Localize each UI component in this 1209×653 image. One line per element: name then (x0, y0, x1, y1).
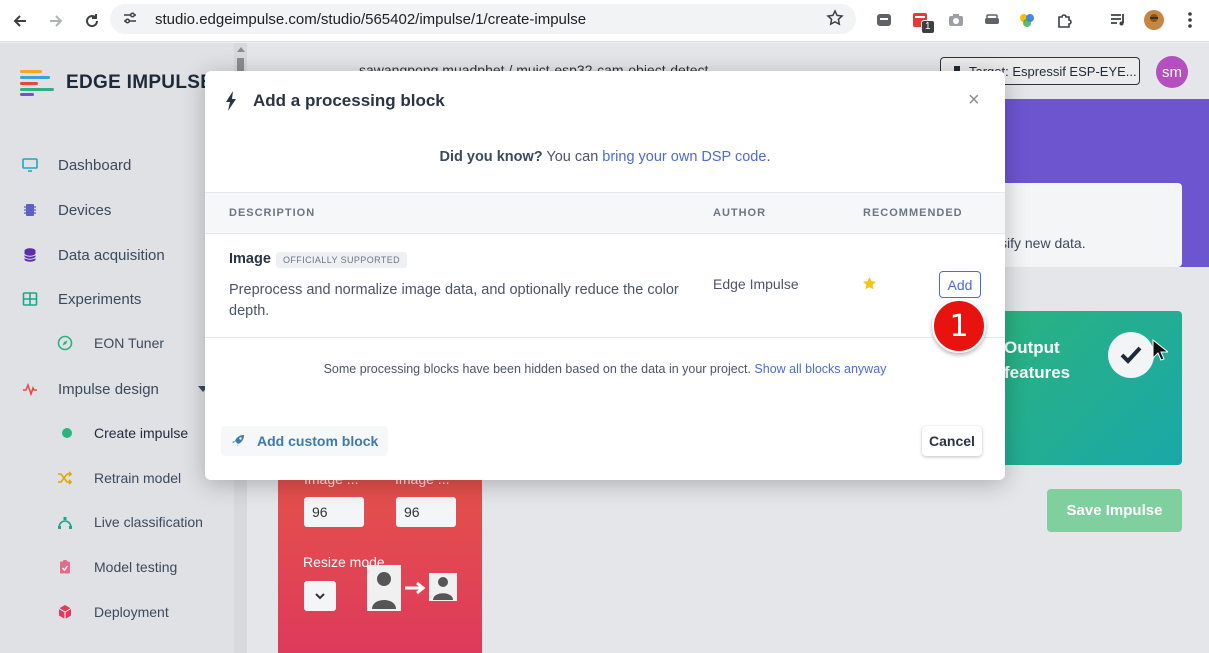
sidebar-item-eon-tuner[interactable]: EON Tuner (0, 328, 234, 358)
column-description: DESCRIPTION (229, 207, 316, 219)
user-avatar[interactable]: sm (1156, 56, 1188, 88)
bookmark-star-icon[interactable] (826, 9, 844, 32)
image-width-input[interactable]: 96 (304, 497, 364, 527)
dsp-code-link[interactable]: bring your own DSP code (602, 149, 766, 165)
sidebar-item-label: Dashboard (58, 156, 132, 174)
add-custom-block-button[interactable]: Add custom block (221, 426, 389, 456)
sidebar-item-label: Live classification (94, 514, 203, 530)
reload-icon[interactable] (79, 8, 105, 34)
info-text: sify new data. (1000, 235, 1086, 251)
sidebar-item-live-classification[interactable]: Live classification (0, 507, 234, 537)
rocket-icon (232, 435, 244, 447)
hidden-blocks-note: Some processing blocks have been hidden … (205, 362, 1005, 376)
shuffle-icon (58, 471, 73, 485)
extension-badge: 1 (921, 20, 935, 34)
monitor-icon (22, 158, 38, 172)
column-author: AUTHOR (713, 207, 767, 219)
sidebar-item-label: Model testing (94, 559, 178, 575)
media-control-icon[interactable] (1107, 9, 1129, 31)
output-title-1: Output (1004, 338, 1060, 357)
officially-supported-badge: OFFICIALLY SUPPORTED (276, 252, 408, 268)
sidebar-item-experiments[interactable]: Experiments (0, 284, 234, 314)
period-text: . (766, 149, 771, 165)
dialog-title: Add a processing block (253, 91, 445, 110)
hidden-note-text: Some processing blocks have been hidden … (323, 362, 755, 376)
sidebar-item-impulse-design[interactable]: Impulse design (0, 374, 234, 404)
save-impulse-button[interactable]: Save Impulse (1047, 489, 1182, 532)
chip-icon (24, 204, 36, 216)
output-features-block: Output features (990, 311, 1182, 465)
clipboard-icon (60, 560, 70, 574)
sidebar-item-retrain-model[interactable]: Retrain model (0, 463, 234, 493)
sidebar-item-label: Impulse design (58, 380, 159, 398)
forward-icon[interactable] (43, 8, 69, 34)
did-you-know-label: Did you know? (439, 149, 543, 165)
sidebar-item-model-testing[interactable]: Model testing (0, 552, 234, 582)
cancel-button[interactable]: Cancel (922, 426, 982, 456)
sidebar-item-devices[interactable]: Devices (0, 195, 234, 225)
resize-illustration-icon (367, 565, 457, 611)
column-recommended: RECOMMENDED (863, 207, 963, 219)
sidebar-item-deployment[interactable]: Deployment (0, 597, 234, 627)
colorful-extension-icon[interactable] (1016, 9, 1038, 31)
image-data-block: Image ... Image ... 96 96 Resize mode (278, 465, 482, 653)
add-block-button[interactable]: Add (939, 271, 981, 298)
sidebar-item-create-impulse[interactable]: Create impulse (0, 418, 234, 448)
browser-toolbar: studio.edgeimpulse.com/studio/565402/imp… (0, 0, 1209, 42)
add-processing-block-dialog: Add a processing block × Did you know? Y… (205, 71, 1005, 480)
check-icon (1108, 332, 1154, 378)
bolt-icon (226, 91, 236, 111)
sidebar-item-dashboard[interactable]: Dashboard (0, 150, 234, 180)
info-card: sify new data. (990, 183, 1182, 267)
sidebar-item-label: Experiments (58, 290, 142, 308)
sidebar-item-label: Create impulse (94, 425, 189, 441)
sidebar-item-data-acquisition[interactable]: Data acquisition (0, 240, 234, 270)
chat-extension-icon[interactable] (873, 9, 895, 31)
recommended-star-icon (862, 276, 877, 290)
block-author: Edge Impulse (713, 276, 799, 292)
add-custom-block-label: Add custom block (257, 433, 379, 449)
chevron-down-icon (315, 592, 325, 599)
back-icon[interactable] (7, 8, 33, 34)
profile-avatar-icon[interactable] (1143, 9, 1165, 31)
table-header: DESCRIPTION AUTHOR RECOMMENDED (205, 192, 1005, 234)
sidebar-item-label: Devices (58, 201, 112, 219)
database-icon (24, 248, 36, 262)
you-can-text: You can (542, 149, 603, 165)
block-description: Preprocess and normalize image data, and… (229, 282, 679, 319)
site-settings-icon[interactable] (122, 10, 138, 31)
url-text: studio.edgeimpulse.com/studio/565402/imp… (155, 11, 587, 28)
mouse-pointer-icon (1152, 339, 1168, 361)
step-annotation-badge: 1 (932, 299, 986, 353)
logo-icon (20, 70, 54, 96)
sidebar-item-label: Retrain model (94, 470, 182, 486)
did-you-know-text: Did you know? You can bring your own DSP… (205, 149, 1005, 165)
menu-kebab-icon[interactable] (1179, 9, 1201, 31)
pulse-icon (23, 382, 37, 397)
table-row: Image OFFICIALLY SUPPORTED Preprocess an… (205, 234, 1005, 338)
compass-icon (57, 335, 73, 351)
resize-mode-select[interactable] (304, 581, 336, 611)
edge-impulse-logo[interactable]: EDGE IMPULSE (20, 70, 213, 96)
extensions-puzzle-icon[interactable] (1054, 9, 1076, 31)
cube-icon (58, 605, 72, 619)
block-name: Image (229, 251, 271, 267)
dot-icon (62, 428, 72, 438)
output-title-2: features (1004, 363, 1071, 382)
camera-extension-icon[interactable] (945, 9, 967, 31)
address-bar[interactable]: studio.edgeimpulse.com/studio/565402/imp… (110, 4, 856, 34)
grid-icon (22, 292, 38, 306)
calendar-extension-icon[interactable]: 1 (909, 9, 935, 34)
car-extension-icon[interactable] (981, 9, 1003, 31)
sidebar-item-label: Data acquisition (58, 246, 165, 264)
image-height-input[interactable]: 96 (396, 497, 456, 527)
close-icon[interactable]: × (968, 89, 980, 112)
show-all-blocks-link[interactable]: Show all blocks anyway (754, 362, 886, 376)
bezier-icon (58, 517, 72, 529)
sidebar-item-label: Deployment (94, 604, 169, 620)
logo-text: EDGE IMPULSE (66, 72, 214, 93)
sidebar-item-label: EON Tuner (94, 335, 165, 351)
